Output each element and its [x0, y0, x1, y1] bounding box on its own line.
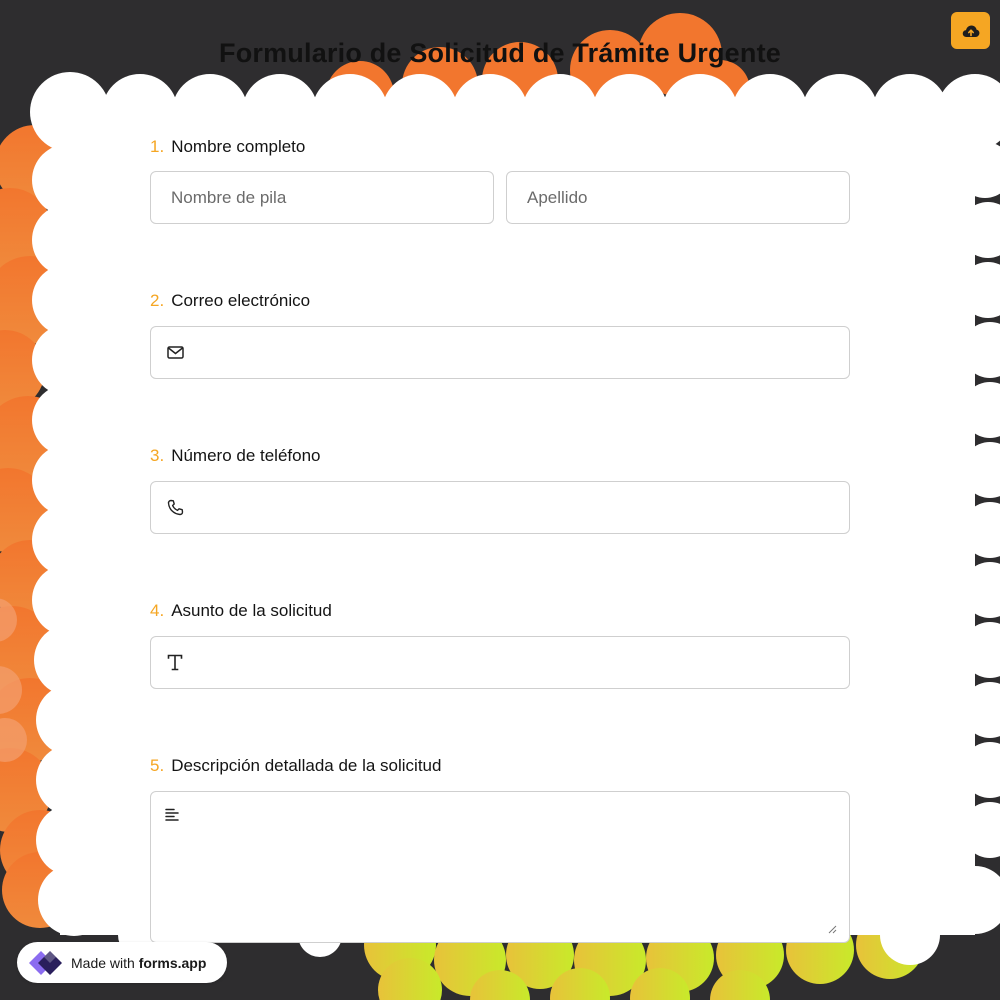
question-number: 3.	[150, 446, 165, 465]
cloud-upload-icon	[962, 25, 979, 37]
question-email: 2. Correo electrónico	[150, 290, 850, 379]
mail-icon	[165, 343, 185, 363]
first-name-input[interactable]	[151, 172, 493, 223]
question-title: Número de teléfono	[171, 446, 321, 465]
question-label: 4. Asunto de la solicitud	[150, 600, 850, 622]
question-number: 4.	[150, 601, 165, 620]
question-title: Correo electrónico	[171, 291, 311, 310]
badge-brand: forms.app	[138, 954, 207, 971]
question-label: 1. Nombre completo	[150, 136, 850, 158]
question-label: 3. Número de teléfono	[150, 445, 850, 467]
page-title: Formulario de Solicitud de Trámite Urgen…	[219, 38, 781, 68]
last-name-input[interactable]	[507, 172, 849, 223]
question-title: Asunto de la solicitud	[171, 601, 332, 620]
forms-app-logo-icon	[29, 950, 62, 975]
email-field	[150, 326, 850, 379]
question-subject: 4. Asunto de la solicitud	[150, 600, 850, 689]
subject-input[interactable]	[185, 637, 849, 688]
phone-field	[150, 481, 850, 534]
question-full-name: 1. Nombre completo	[150, 136, 850, 224]
question-number: 2.	[150, 291, 165, 310]
made-with-badge[interactable]: Made with forms.app	[17, 942, 227, 983]
subject-field	[150, 636, 850, 689]
question-label: 2. Correo electrónico	[150, 290, 850, 312]
form-card: 1. Nombre completo 2. Correo electrónico	[150, 125, 850, 943]
resize-handle-icon[interactable]	[827, 924, 837, 934]
question-title: Nombre completo	[171, 137, 306, 156]
question-number: 5.	[150, 756, 165, 775]
first-name-field	[150, 171, 494, 224]
last-name-field	[506, 171, 850, 224]
description-textarea[interactable]	[150, 791, 850, 943]
question-title: Descripción detallada de la solicitud	[171, 756, 442, 775]
save-progress-button[interactable]	[951, 12, 990, 49]
question-description: 5. Descripción detallada de la solicitud	[150, 755, 850, 943]
email-input[interactable]	[185, 327, 849, 378]
badge-prefix: Made with	[71, 954, 135, 971]
text-type-icon	[165, 653, 185, 673]
align-left-icon	[165, 808, 183, 826]
phone-input[interactable]	[185, 482, 849, 533]
question-label: 5. Descripción detallada de la solicitud	[150, 755, 850, 777]
phone-icon	[165, 498, 185, 518]
question-number: 1.	[150, 137, 165, 156]
question-phone: 3. Número de teléfono	[150, 445, 850, 534]
